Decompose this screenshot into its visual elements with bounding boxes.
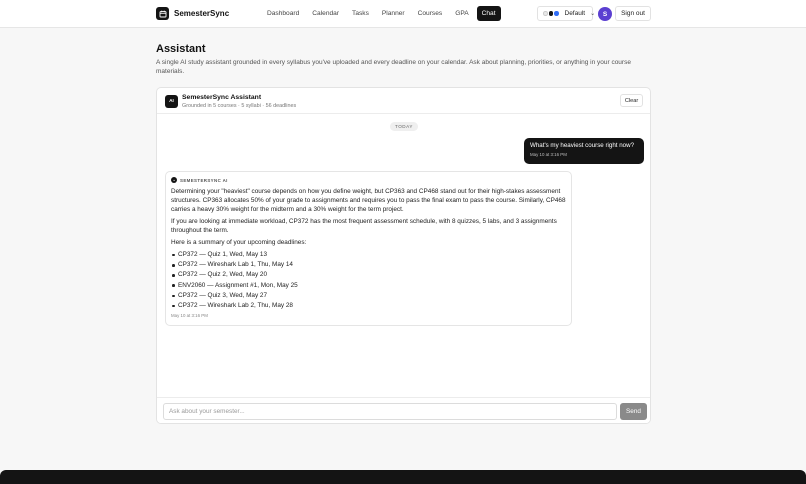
nav-courses[interactable]: Courses — [413, 6, 448, 21]
page-description: A single AI study assistant grounded in … — [156, 59, 631, 75]
ai-badge-icon: AI — [165, 95, 178, 108]
nav-chat[interactable]: Chat — [476, 6, 501, 21]
swatch-dark — [548, 11, 553, 16]
clear-button[interactable]: Clear — [620, 94, 643, 107]
sign-out-button[interactable]: Sign out — [615, 6, 651, 21]
swatch-light — [543, 11, 548, 16]
deadline-list: CP372 — Quiz 1, Wed, May 13 CP372 — Wire… — [171, 250, 566, 311]
chat-input[interactable] — [163, 403, 617, 420]
ai-paragraph: Determining your "heaviest" course depen… — [171, 188, 566, 213]
ai-message-bubble: ● SEMESTERSYNC AI Determining your "heav… — [165, 171, 572, 326]
main-nav: Dashboard Calendar Tasks Planner Courses… — [262, 6, 501, 21]
chat-composer: Send — [157, 397, 650, 423]
brand[interactable]: SemesterSync — [156, 7, 229, 20]
user-message-time: May 10 at 3:16 PM — [530, 152, 567, 157]
calendar-logo-icon — [156, 7, 169, 20]
theme-label: Default — [564, 10, 586, 17]
deadline-item: CP372 — Quiz 1, Wed, May 13 — [171, 250, 566, 260]
nav-gpa[interactable]: GPA — [450, 6, 473, 21]
top-navbar: SemesterSync Dashboard Calendar Tasks Pl… — [0, 0, 806, 28]
deadline-item: CP372 — Wireshark Lab 1, Thu, May 14 — [171, 260, 566, 270]
swatch-accent — [554, 11, 559, 16]
avatar[interactable]: S — [598, 7, 612, 21]
deadline-item: CP372 — Quiz 2, Wed, May 20 — [171, 270, 566, 280]
nav-dashboard[interactable]: Dashboard — [262, 6, 304, 21]
ai-avatar-icon: ● — [171, 177, 177, 183]
ai-paragraph: If you are looking at immediate workload… — [171, 218, 557, 234]
ai-message-label: ● SEMESTERSYNC AI — [171, 177, 566, 183]
brand-name: SemesterSync — [174, 9, 230, 18]
user-message-bubble: What's my heaviest course right now? May… — [524, 138, 644, 164]
nav-tasks[interactable]: Tasks — [347, 6, 374, 21]
day-divider: TODAY — [390, 122, 418, 131]
deadline-item: CP372 — Quiz 3, Wed, May 27 — [171, 291, 566, 301]
page-title: Assistant — [156, 43, 206, 55]
theme-selector[interactable]: Default ⌄ — [537, 6, 596, 21]
nav-planner[interactable]: Planner — [377, 6, 410, 21]
chevron-down-icon: ⌄ — [590, 11, 596, 17]
chat-panel: AI SemesterSync Assistant Grounded in 5 … — [156, 87, 651, 424]
nav-calendar[interactable]: Calendar — [307, 6, 344, 21]
window-bottom-edge — [0, 470, 806, 484]
assistant-grounding-info: Grounded in 5 courses · 5 syllabi · 56 d… — [182, 103, 297, 109]
deadline-item: CP372 — Wireshark Lab 2, Thu, May 28 — [171, 301, 566, 311]
ai-message-time: May 10 at 3:16 PM — [171, 313, 208, 319]
deadline-item: ENV2060 — Assignment #1, Mon, May 25 — [171, 281, 566, 291]
chat-header: AI SemesterSync Assistant Grounded in 5 … — [157, 88, 650, 114]
theme-swatch-icon — [543, 11, 559, 16]
assistant-name: SemesterSync Assistant — [182, 94, 262, 101]
user-message-text: What's my heaviest course right now? — [530, 142, 635, 149]
ai-sender-name: SEMESTERSYNC AI — [180, 177, 228, 183]
ai-paragraph: Here is a summary of your upcoming deadl… — [171, 239, 307, 246]
send-button[interactable]: Send — [620, 403, 647, 420]
